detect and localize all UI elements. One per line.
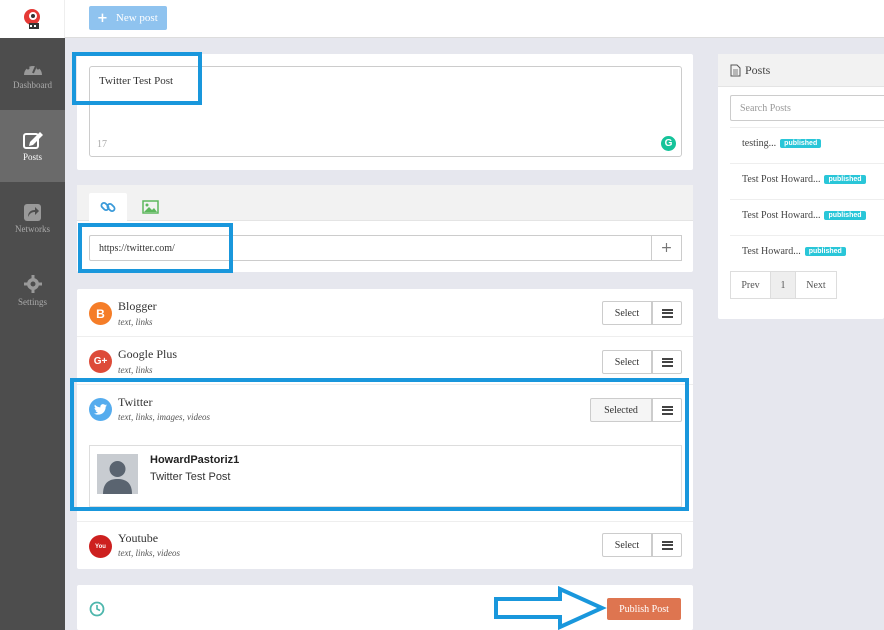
network-name: Twitter bbox=[118, 395, 153, 409]
post-list-item[interactable]: Test Post Howard... published bbox=[730, 199, 884, 231]
arrow-annotation-icon bbox=[494, 586, 607, 630]
network-row-google-plus: G+ Google Plus text, links Select bbox=[77, 337, 693, 385]
image-icon bbox=[141, 200, 159, 214]
dashboard-icon bbox=[23, 62, 42, 75]
next-page-button[interactable]: Next bbox=[795, 271, 837, 299]
select-button[interactable]: Select bbox=[602, 350, 652, 374]
hamburger-icon bbox=[661, 540, 673, 550]
sidebar-item-posts[interactable]: Posts bbox=[0, 110, 65, 182]
select-button[interactable]: Select bbox=[602, 301, 652, 325]
prev-page-button[interactable]: Prev bbox=[730, 271, 771, 299]
network-capabilities: text, links bbox=[118, 365, 153, 375]
character-count: 17 bbox=[97, 139, 107, 150]
posts-list-panel: Posts Search Posts testing... published … bbox=[718, 54, 884, 319]
posts-panel-title: Posts bbox=[745, 62, 771, 77]
search-posts-input[interactable]: Search Posts bbox=[730, 95, 884, 121]
sidebar-item-label: Settings bbox=[17, 296, 47, 307]
blogger-icon: B bbox=[89, 302, 112, 325]
grammarly-icon[interactable]: G bbox=[661, 136, 676, 151]
attachment-tabs bbox=[77, 185, 693, 221]
logo-icon bbox=[24, 9, 40, 29]
network-menu-button[interactable] bbox=[652, 350, 682, 374]
gear-icon bbox=[23, 274, 42, 293]
google-plus-icon: G+ bbox=[89, 350, 112, 373]
plus-icon: + bbox=[660, 240, 673, 256]
sidebar-item-settings[interactable]: Settings bbox=[0, 254, 65, 326]
attachment-panel: https://twitter.com/ + bbox=[77, 185, 693, 272]
new-post-button[interactable]: + New post bbox=[89, 6, 167, 30]
post-title: Test Post Howard... bbox=[742, 174, 821, 185]
publish-post-button[interactable]: Publish Post bbox=[607, 598, 681, 620]
post-editor-panel: Twitter Test Post 17 G bbox=[77, 54, 693, 170]
tab-image[interactable] bbox=[131, 193, 169, 221]
sidebar: Dashboard Posts Networks Settings bbox=[0, 0, 65, 630]
tab-link[interactable] bbox=[89, 193, 127, 221]
hamburger-icon bbox=[661, 405, 673, 415]
preview-text: Twitter Test Post bbox=[150, 471, 231, 483]
sidebar-item-label: Posts bbox=[22, 151, 42, 162]
network-row-blogger: B Blogger text, links Select bbox=[77, 289, 693, 337]
avatar bbox=[97, 454, 138, 494]
status-badge: published bbox=[804, 247, 846, 256]
share-icon bbox=[23, 203, 41, 221]
page-1-button[interactable]: 1 bbox=[770, 271, 796, 299]
post-list-item[interactable]: testing... published bbox=[730, 127, 884, 159]
new-post-label: New post bbox=[115, 12, 158, 24]
network-capabilities: text, links bbox=[118, 317, 153, 327]
pagination: Prev 1 Next bbox=[730, 271, 837, 299]
sidebar-item-networks[interactable]: Networks bbox=[0, 182, 65, 254]
post-text-area[interactable]: Twitter Test Post 17 G bbox=[89, 66, 682, 157]
add-link-button[interactable]: + bbox=[652, 235, 682, 261]
sidebar-item-dashboard[interactable]: Dashboard bbox=[0, 38, 65, 110]
network-menu-button[interactable] bbox=[652, 398, 682, 422]
post-list-item[interactable]: Test Post Howard... published bbox=[730, 163, 884, 195]
network-name: Blogger bbox=[118, 299, 157, 313]
sidebar-item-label: Dashboard bbox=[13, 79, 52, 90]
network-capabilities: text, links, images, videos bbox=[118, 412, 210, 422]
app-logo[interactable] bbox=[0, 0, 65, 38]
post-title: Test Post Howard... bbox=[742, 210, 821, 221]
twitter-bird-icon bbox=[94, 404, 107, 415]
hamburger-icon bbox=[661, 357, 673, 367]
network-menu-button[interactable] bbox=[652, 301, 682, 325]
status-badge: published bbox=[824, 211, 866, 220]
twitter-icon bbox=[89, 398, 112, 421]
networks-panel: B Blogger text, links Select G+ Google P… bbox=[77, 289, 693, 569]
post-title: Test Howard... bbox=[742, 246, 801, 257]
sidebar-item-label: Networks bbox=[15, 223, 50, 234]
schedule-clock-icon[interactable] bbox=[89, 601, 105, 617]
network-name: Youtube bbox=[118, 531, 159, 545]
status-badge: published bbox=[780, 139, 822, 148]
plus-icon: + bbox=[97, 10, 108, 26]
hamburger-icon bbox=[661, 308, 673, 318]
link-icon bbox=[100, 202, 116, 212]
user-placeholder-icon bbox=[103, 461, 132, 494]
youtube-icon: You bbox=[89, 535, 112, 558]
post-text: Twitter Test Post bbox=[99, 75, 174, 87]
status-badge: published bbox=[824, 175, 866, 184]
post-title: testing... bbox=[742, 138, 777, 149]
network-capabilities: text, links, videos bbox=[118, 548, 180, 558]
document-icon bbox=[730, 64, 741, 76]
link-url-input[interactable]: https://twitter.com/ bbox=[89, 235, 652, 261]
selected-button[interactable]: Selected bbox=[590, 398, 652, 422]
network-menu-button[interactable] bbox=[652, 533, 682, 557]
top-bar: + New post bbox=[65, 0, 884, 38]
posts-panel-header: Posts bbox=[718, 54, 884, 87]
network-row-youtube: You Youtube text, links, videos Select bbox=[77, 522, 693, 569]
post-list-item[interactable]: Test Howard... published bbox=[730, 235, 884, 267]
select-button[interactable]: Select bbox=[602, 533, 652, 557]
edit-icon bbox=[22, 131, 43, 149]
preview-username: HowardPastoriz1 bbox=[150, 454, 240, 466]
twitter-post-preview: HowardPastoriz1 Twitter Test Post bbox=[89, 445, 682, 507]
network-name: Google Plus bbox=[118, 347, 178, 361]
